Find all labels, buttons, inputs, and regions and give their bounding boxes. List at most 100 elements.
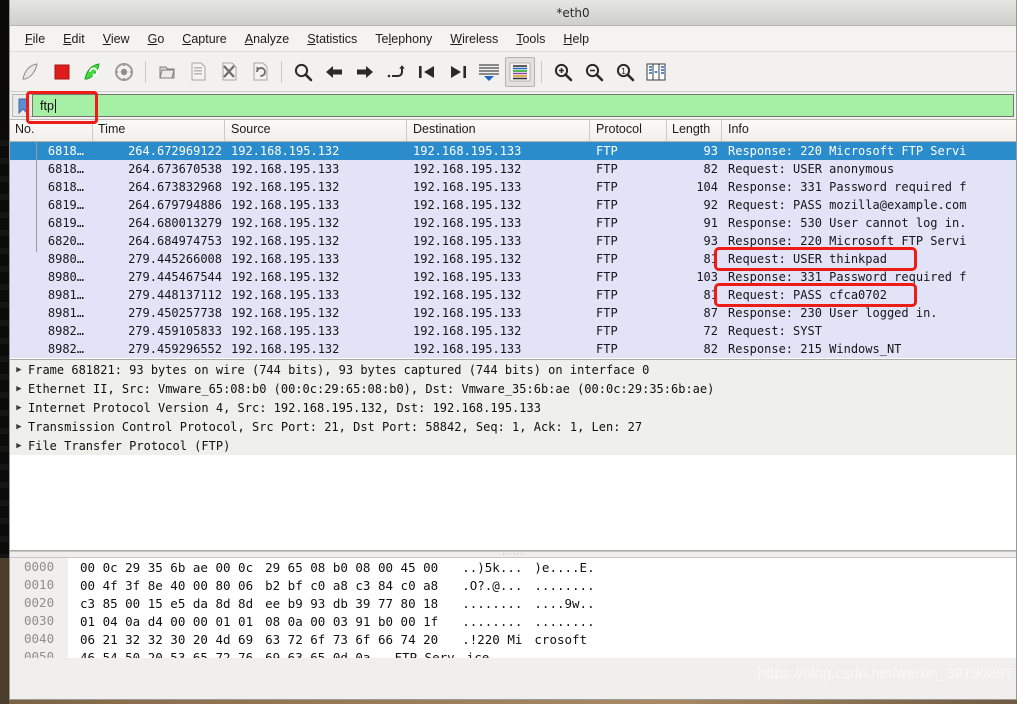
column-header-length[interactable]: Length xyxy=(667,120,722,141)
auto-scroll-icon[interactable] xyxy=(474,57,504,87)
detail-tree-row[interactable]: ▶ File Transfer Protocol (FTP) xyxy=(10,436,1016,455)
column-header-destination[interactable]: Destination xyxy=(407,120,590,141)
menu-help[interactable]: Help xyxy=(554,30,598,48)
find-packet-icon[interactable] xyxy=(288,57,318,87)
expand-triangle-icon[interactable]: ▶ xyxy=(10,422,28,432)
menu-telephony[interactable]: Telephony xyxy=(366,30,441,48)
expand-triangle-icon[interactable]: ▶ xyxy=(10,441,28,451)
start-capture-icon[interactable] xyxy=(16,57,46,87)
packet-cell-info: Response: 331 Password required f xyxy=(728,180,967,194)
zoom-reset-icon[interactable]: 1 xyxy=(610,57,640,87)
packet-row[interactable]: 6818… 264.673670538 192.168.195.133 192.168… xyxy=(10,160,1016,178)
packet-cell-proto: FTP xyxy=(596,216,618,230)
hex-dump-row[interactable]: 0000 00 0c 29 35 6b ae 00 0c 29 65 08 b0 0… xyxy=(10,558,1016,576)
zoom-in-icon[interactable] xyxy=(548,57,578,87)
hex-dump-row[interactable]: 0050 46 54 50 20 53 65 72 76 69 63 65 0d 0… xyxy=(10,648,1016,658)
packet-cell-dst: 192.168.195.132 xyxy=(413,162,522,176)
packet-row[interactable]: 8982… 279.459105833 192.168.195.133 192.168… xyxy=(10,322,1016,340)
packet-bytes-pane[interactable]: 0000 00 0c 29 35 6b ae 00 0c 29 65 08 b0 0… xyxy=(10,558,1016,658)
capture-options-icon[interactable] xyxy=(109,57,139,87)
packet-cell-src: 192.168.195.133 xyxy=(231,252,340,266)
go-back-icon[interactable] xyxy=(319,57,349,87)
column-header-info[interactable]: Info xyxy=(722,120,1016,141)
column-header-protocol[interactable]: Protocol xyxy=(590,120,667,141)
go-to-first-packet-icon[interactable] xyxy=(412,57,442,87)
packet-cell-proto: FTP xyxy=(596,162,618,176)
stop-capture-icon[interactable] xyxy=(47,57,77,87)
wireshark-window: *eth0 File Edit View Go Capture Analyze … xyxy=(9,0,1017,700)
detail-tree-row[interactable]: ▶ Internet Protocol Version 4, Src: 192.1… xyxy=(10,398,1016,417)
title-bar: *eth0 xyxy=(10,0,1016,26)
menu-capture[interactable]: Capture xyxy=(173,30,235,48)
menu-analyze[interactable]: Analyze xyxy=(236,30,298,48)
reload-file-icon[interactable] xyxy=(245,57,275,87)
packet-row[interactable]: 8980… 279.445467544 192.168.195.132 192.168… xyxy=(10,268,1016,286)
packet-cell-len: 92 xyxy=(703,198,718,212)
detail-tree-label: Frame 681821: 93 bytes on wire (744 bits… xyxy=(28,362,650,377)
column-header-source[interactable]: Source xyxy=(225,120,407,141)
menu-file[interactable]: File xyxy=(16,30,54,48)
detail-tree-row[interactable]: ▶ Ethernet II, Src: Vmware_65:08:b0 (00:0… xyxy=(10,379,1016,398)
menu-bar: File Edit View Go Capture Analyze Statis… xyxy=(10,26,1016,52)
hex-ascii-right: ........ xyxy=(534,613,595,629)
menu-edit[interactable]: Edit xyxy=(54,30,94,48)
packet-cell-time: 264.679794886 xyxy=(128,198,222,212)
packet-cell-no: 6818… xyxy=(47,144,84,158)
packet-cell-time: 264.672969122 xyxy=(128,144,222,158)
packet-cell-src: 192.168.195.133 xyxy=(231,198,340,212)
save-file-icon[interactable] xyxy=(183,57,213,87)
packet-cell-no: 8982… xyxy=(47,324,84,338)
hex-bytes-left: 00 4f 3f 8e 40 00 80 06 xyxy=(80,577,254,593)
menu-statistics[interactable]: Statistics xyxy=(298,30,366,48)
go-to-last-packet-icon[interactable] xyxy=(443,57,473,87)
packet-cell-dst: 192.168.195.133 xyxy=(413,216,522,230)
colorize-icon[interactable] xyxy=(505,56,535,87)
detail-tree-row[interactable]: ▶ Transmission Control Protocol, Src Port… xyxy=(10,417,1016,436)
hex-bytes-right: 29 65 08 b0 08 00 45 00 xyxy=(265,559,439,575)
column-header-time[interactable]: Time xyxy=(93,120,225,141)
menu-tools[interactable]: Tools xyxy=(507,30,554,48)
packet-cell-proto: FTP xyxy=(596,234,618,248)
packet-list-body: 6818… 264.672969122 192.168.195.132 192.168… xyxy=(10,142,1016,358)
packet-cell-proto: FTP xyxy=(596,144,618,158)
menu-go[interactable]: Go xyxy=(139,30,174,48)
bookmark-icon[interactable] xyxy=(12,94,32,117)
menu-wireless[interactable]: Wireless xyxy=(441,30,507,48)
packet-list-pane[interactable]: No. Time Source Destination Protocol Len… xyxy=(10,120,1016,360)
resize-columns-icon[interactable] xyxy=(641,57,671,87)
zoom-out-icon[interactable] xyxy=(579,57,609,87)
hex-dump-row[interactable]: 0020 c3 85 00 15 e5 da 8d 8d ee b9 93 db 3… xyxy=(10,594,1016,612)
packet-cell-time: 264.673670538 xyxy=(128,162,222,176)
pane-splitter[interactable]: ······ xyxy=(10,551,1016,559)
packet-row[interactable]: 8981… 279.450257738 192.168.195.132 192.168… xyxy=(10,304,1016,322)
expand-triangle-icon[interactable]: ▶ xyxy=(10,403,28,413)
expand-triangle-icon[interactable]: ▶ xyxy=(10,365,28,375)
go-to-packet-icon[interactable] xyxy=(381,57,411,87)
packet-row[interactable]: 8982… 279.459296552 192.168.195.132 192.168… xyxy=(10,340,1016,358)
go-forward-icon[interactable] xyxy=(350,57,380,87)
close-file-icon[interactable] xyxy=(214,57,244,87)
packet-row[interactable]: 8981… 279.448137112 192.168.195.133 192.168… xyxy=(10,286,1016,304)
expand-triangle-icon[interactable]: ▶ xyxy=(10,384,28,394)
packet-row[interactable]: 6819… 264.679794886 192.168.195.133 192.168… xyxy=(10,196,1016,214)
hex-dump-row[interactable]: 0040 06 21 32 32 30 20 4d 69 63 72 6f 73 6… xyxy=(10,630,1016,648)
packet-row[interactable]: 6818… 264.672969122 192.168.195.132 192.168… xyxy=(10,142,1016,160)
detail-tree-row[interactable]: ▶ Frame 681821: 93 bytes on wire (744 bit… xyxy=(10,360,1016,379)
restart-capture-icon[interactable] xyxy=(78,57,108,87)
packet-row[interactable]: 6818… 264.673832968 192.168.195.132 192.168… xyxy=(10,178,1016,196)
column-header-no[interactable]: No. xyxy=(10,120,93,141)
display-filter-input[interactable]: ftp xyxy=(32,94,1014,117)
hex-dump-row[interactable]: 0030 01 04 0a d4 00 00 01 01 08 0a 00 03 9… xyxy=(10,612,1016,630)
packet-row[interactable]: 8980… 279.445266008 192.168.195.133 192.168… xyxy=(10,250,1016,268)
hex-dump-row[interactable]: 0010 00 4f 3f 8e 40 00 80 06 b2 bf c0 a8 c… xyxy=(10,576,1016,594)
packet-cell-dst: 192.168.195.132 xyxy=(413,252,522,266)
packet-details-pane[interactable]: ▶ Frame 681821: 93 bytes on wire (744 bit… xyxy=(10,360,1016,551)
hex-ascii-left: FTP Serv xyxy=(394,649,455,659)
toolbar-separator xyxy=(281,60,282,83)
open-file-icon[interactable] xyxy=(152,57,182,87)
packet-cell-len: 93 xyxy=(703,234,718,248)
menu-view[interactable]: View xyxy=(94,30,139,48)
packet-row[interactable]: 6819… 264.680013279 192.168.195.132 192.168… xyxy=(10,214,1016,232)
hex-offset: 0030 xyxy=(10,612,68,630)
packet-row[interactable]: 6820… 264.684974753 192.168.195.132 192.168… xyxy=(10,232,1016,250)
